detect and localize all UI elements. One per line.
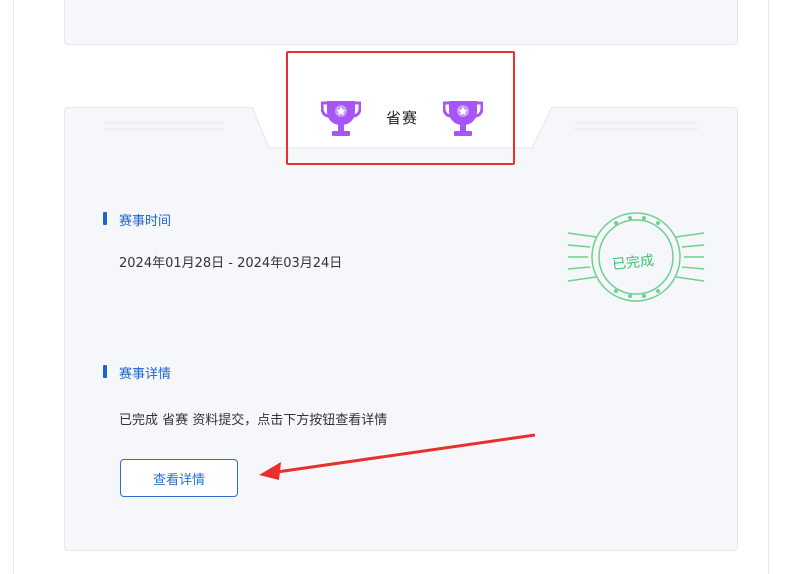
time-section-title: 赛事时间 [119, 214, 172, 229]
page-border-right [768, 0, 769, 574]
detail-description: 已完成 省赛 资料提交，点击下方按钮查看详情 [119, 413, 388, 428]
section-marker [103, 212, 107, 225]
highlight-box [286, 51, 515, 165]
section-marker [103, 365, 107, 378]
annotation-arrow [259, 433, 536, 480]
time-range: 2024年01月28日 - 2024年03月24日 [119, 256, 343, 271]
previous-card [64, 0, 738, 45]
view-details-button[interactable]: 查看详情 [120, 459, 238, 497]
page-border-left [13, 0, 14, 574]
detail-section-title: 赛事详情 [119, 367, 172, 382]
